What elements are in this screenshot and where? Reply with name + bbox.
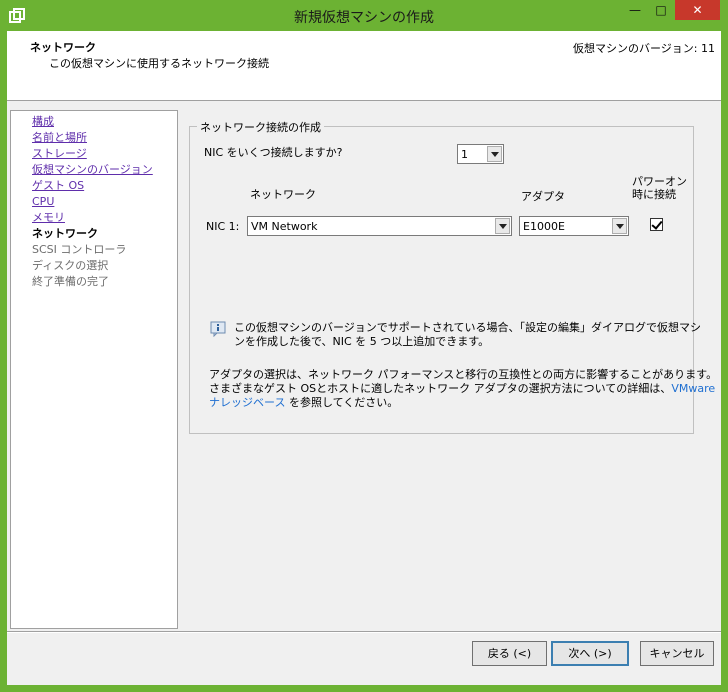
step-vm-version[interactable]: 仮想マシンのバージョン xyxy=(32,163,153,177)
close-icon[interactable]: ✕ xyxy=(675,0,720,20)
step-guest-os[interactable]: ゲスト OS xyxy=(32,179,84,193)
nic1-network-value: VM Network xyxy=(251,220,318,233)
info-text-line1: この仮想マシンのバージョンでサポートされている場合、「設定の編集」ダイアログで仮… xyxy=(234,321,701,334)
step-network: ネットワーク xyxy=(32,227,98,240)
minimize-icon[interactable]: — xyxy=(622,0,648,20)
nic-count-question: NIC をいくつ接続しますか? xyxy=(204,146,343,159)
wizard-header: ネットワーク この仮想マシンに使用するネットワーク接続 仮想マシンのバージョン:… xyxy=(7,31,721,101)
column-power-on-line2: 時に接続 xyxy=(632,188,676,201)
footer-divider xyxy=(7,631,721,633)
cancel-button[interactable]: キャンセル xyxy=(640,641,714,666)
step-scsi-controller: SCSI コントローラ xyxy=(32,243,127,256)
vmware-kb-link-part2[interactable]: ナレッジベース xyxy=(209,396,285,409)
nic1-adapter-select[interactable]: E1000E xyxy=(519,216,629,236)
title-bar[interactable]: 新規仮想マシンの作成 — □ ✕ xyxy=(0,0,728,32)
column-adapter: アダプタ xyxy=(521,190,565,203)
window-title: 新規仮想マシンの作成 xyxy=(294,10,434,26)
step-storage[interactable]: ストレージ xyxy=(32,147,87,161)
nic1-adapter-value: E1000E xyxy=(523,220,565,233)
wizard-step-list: 構成 名前と場所 ストレージ 仮想マシンのバージョン ゲスト OS CPU メモ… xyxy=(10,110,178,629)
group-legend: ネットワーク接続の作成 xyxy=(197,119,324,135)
client-area: ネットワーク この仮想マシンに使用するネットワーク接続 仮想マシンのバージョン:… xyxy=(7,31,721,685)
chevron-down-icon[interactable] xyxy=(487,146,502,162)
nic1-label: NIC 1: xyxy=(206,220,240,233)
wizard-window: 新規仮想マシンの作成 — □ ✕ ネットワーク この仮想マシンに使用するネットワ… xyxy=(0,0,728,692)
adapter-text-line3-body: を参照してください。 xyxy=(285,396,399,409)
adapter-text-line2-body: さまざまなゲスト OSとホストに適したネットワーク アダプタの選択方法についての… xyxy=(209,382,672,395)
step-configuration[interactable]: 構成 xyxy=(32,115,54,129)
chevron-down-icon[interactable] xyxy=(495,218,510,234)
vm-version-label: 仮想マシンのバージョン: 11 xyxy=(573,42,715,55)
info-icon xyxy=(210,321,226,337)
step-select-disk: ディスクの選択 xyxy=(32,259,109,272)
adapter-text-line3: ナレッジベース を参照してください。 xyxy=(209,395,398,410)
step-name-location[interactable]: 名前と場所 xyxy=(32,131,87,145)
maximize-icon[interactable]: □ xyxy=(648,0,674,20)
step-cpu[interactable]: CPU xyxy=(32,195,54,209)
nic-count-select[interactable]: 1 xyxy=(457,144,504,164)
nic-count-value: 1 xyxy=(461,148,468,161)
chevron-down-icon[interactable] xyxy=(612,218,627,234)
column-network: ネットワーク xyxy=(250,188,316,201)
info-text-line2: ンを作成した後で、NIC を 5 つ以上追加できます。 xyxy=(234,335,490,348)
step-memory[interactable]: メモリ xyxy=(32,211,65,225)
vmware-kb-link-part1[interactable]: VMware xyxy=(671,382,715,395)
nic1-power-on-checkbox[interactable] xyxy=(650,218,663,231)
adapter-text-line1: アダプタの選択は、ネットワーク パフォーマンスと移行の互換性との両方に影響するこ… xyxy=(209,368,718,381)
nic1-network-select[interactable]: VM Network xyxy=(247,216,512,236)
next-button[interactable]: 次へ (>) xyxy=(551,641,629,666)
adapter-text-line2: さまざまなゲスト OSとホストに適したネットワーク アダプタの選択方法についての… xyxy=(209,381,715,396)
page-subtitle: この仮想マシンに使用するネットワーク接続 xyxy=(49,57,269,70)
step-ready-to-complete: 終了準備の完了 xyxy=(32,275,109,288)
page-title: ネットワーク xyxy=(30,41,96,54)
back-button[interactable]: 戻る (<) xyxy=(472,641,547,666)
